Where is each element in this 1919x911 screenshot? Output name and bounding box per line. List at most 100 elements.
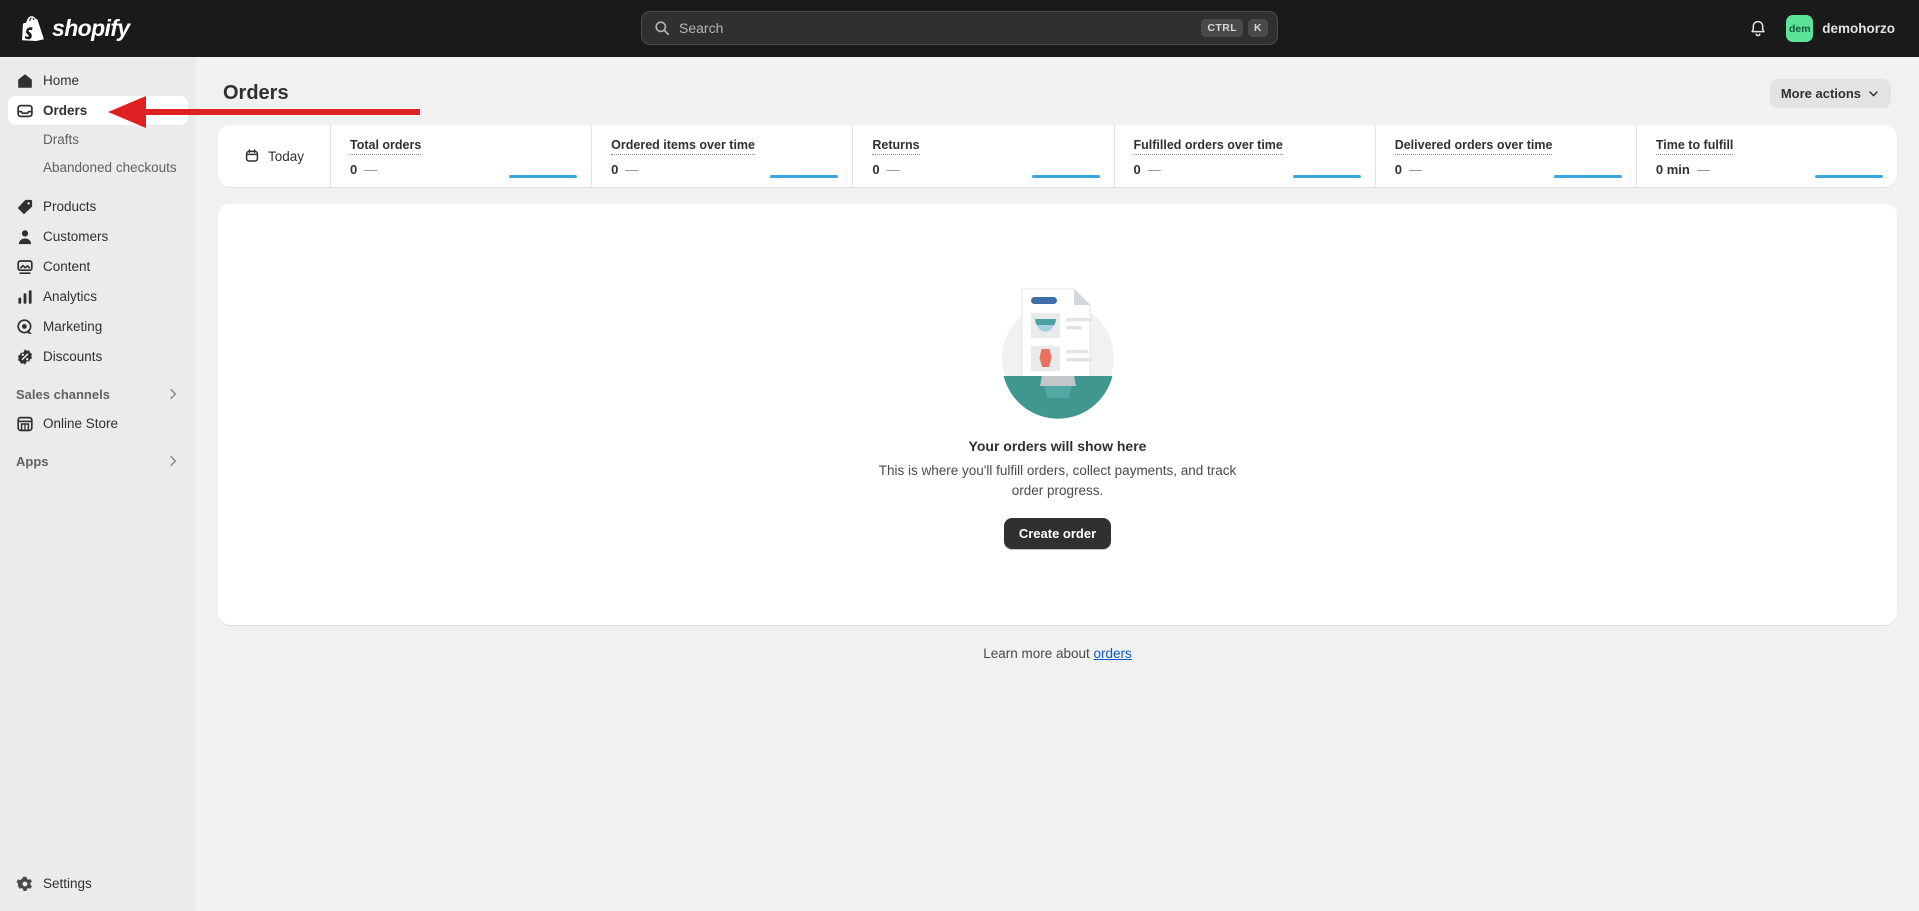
metric-sparkline <box>1815 175 1884 178</box>
shopify-wordmark: shopify <box>52 15 130 41</box>
sidebar-item-discounts[interactable]: Discounts <box>8 342 188 371</box>
marketing-target-icon <box>16 318 34 336</box>
metric-label: Time to fulfill <box>1655 138 1734 155</box>
analytics-bars-icon <box>16 288 34 306</box>
chevron-right-icon <box>166 387 180 401</box>
search-input[interactable] <box>679 20 1197 36</box>
metric-label: Ordered items over time <box>611 138 755 155</box>
page-title: Orders <box>223 82 289 104</box>
metric-card-time-to-fulfill[interactable]: Time to fulfill 0 min — <box>1637 125 1897 187</box>
metric-card-fulfilled-orders-over-time[interactable]: Fulfilled orders over time 0 — <box>1115 125 1376 187</box>
date-range-label: Today <box>267 148 305 164</box>
learn-more-footer: Learn more about orders <box>196 646 1919 661</box>
empty-state-title: Your orders will show here <box>968 438 1147 455</box>
metric-change: — <box>1408 162 1422 177</box>
metric-label: Total orders <box>350 138 422 155</box>
calendar-icon <box>244 148 260 164</box>
sidebar-item-content[interactable]: Content <box>8 252 188 281</box>
shopify-bag-icon <box>22 16 44 41</box>
orders-inbox-icon <box>16 102 34 120</box>
chevron-down-icon <box>1867 87 1880 100</box>
orders-empty-state-card: Your orders will show here This is where… <box>218 204 1897 625</box>
sidebar-section-sales-channels[interactable]: Sales channels <box>8 381 188 407</box>
sidebar-item-orders[interactable]: Orders <box>8 96 188 125</box>
more-actions-button[interactable]: More actions <box>1769 79 1891 108</box>
metric-change: — <box>886 162 900 177</box>
metric-label: Fulfilled orders over time <box>1133 138 1283 155</box>
metric-sparkline <box>1292 175 1361 178</box>
main-content: Orders More actions Today Total orders 0… <box>196 57 1919 911</box>
learn-more-prefix: Learn more about <box>983 646 1094 661</box>
sidebar-item-label: Content <box>43 259 91 274</box>
sidebar-item-customers[interactable]: Customers <box>8 222 188 251</box>
user-menu[interactable]: dem demohorzo <box>1782 11 1903 46</box>
sidebar-section-label: Apps <box>16 453 49 469</box>
sidebar-item-label: Home <box>43 73 80 88</box>
metric-value: 0 min <box>1655 162 1690 177</box>
sidebar-item-settings[interactable]: Settings <box>8 869 188 898</box>
metric-card-returns[interactable]: Returns 0 — <box>853 125 1115 187</box>
metric-value: 0 <box>350 162 358 177</box>
sidebar-item-marketing[interactable]: Marketing <box>8 312 188 341</box>
products-tag-icon <box>16 198 34 216</box>
shortcut-ctrl-badge: CTRL <box>1201 19 1244 37</box>
metric-sparkline <box>1031 175 1100 178</box>
sidebar-item-label: Products <box>43 199 97 214</box>
create-order-button[interactable]: Create order <box>1003 517 1112 549</box>
metric-value: 0 <box>872 162 880 177</box>
sidebar-item-label: Online Store <box>43 416 119 431</box>
gear-icon <box>16 875 34 893</box>
shortcut-k-badge: K <box>1248 19 1268 37</box>
online-store-icon <box>16 415 34 433</box>
sidebar-subitem-drafts[interactable]: Drafts <box>8 126 188 153</box>
metric-label: Delivered orders over time <box>1394 138 1553 155</box>
sidebar-subitem-abandoned-checkouts[interactable]: Abandoned checkouts <box>8 154 188 181</box>
metric-sparkline <box>509 175 578 178</box>
metric-change: — <box>625 162 639 177</box>
sidebar-item-online-store[interactable]: Online Store <box>8 409 188 438</box>
metrics-bar: Today Total orders 0 — Ordered items ove… <box>218 125 1897 187</box>
sidebar-item-label: Orders <box>43 103 88 118</box>
metric-sparkline <box>1553 175 1622 178</box>
orders-help-link[interactable]: orders <box>1094 646 1132 661</box>
metric-change: — <box>1696 162 1710 177</box>
metric-card-delivered-orders-over-time[interactable]: Delivered orders over time 0 — <box>1376 125 1637 187</box>
shopify-logo[interactable]: shopify <box>22 15 212 42</box>
search-bar[interactable]: CTRL K <box>641 11 1278 45</box>
metric-change: — <box>1147 162 1161 177</box>
sidebar-settings-wrap: Settings <box>0 868 196 899</box>
discounts-percent-icon <box>16 348 34 366</box>
more-actions-label: More actions <box>1780 86 1861 101</box>
avatar: dem <box>1786 15 1814 42</box>
sidebar-subitem-label: Drafts <box>43 132 80 147</box>
metric-card-ordered-items-over-time[interactable]: Ordered items over time 0 — <box>592 125 854 187</box>
metric-change: — <box>364 162 378 177</box>
sidebar-subitem-label: Abandoned checkouts <box>43 160 177 175</box>
chevron-right-icon <box>166 454 180 468</box>
sidebar: Home Orders Drafts Abandoned checkouts P… <box>0 57 196 911</box>
top-bar-right: dem demohorzo <box>1748 0 1903 57</box>
sidebar-item-label: Marketing <box>43 319 103 334</box>
metric-card-total-orders[interactable]: Total orders 0 — <box>331 125 593 187</box>
sidebar-item-label: Analytics <box>43 289 98 304</box>
customers-person-icon <box>16 228 34 246</box>
sidebar-item-home[interactable]: Home <box>8 66 188 95</box>
metric-label: Returns <box>872 138 920 155</box>
order-receipt-illustration <box>998 280 1118 420</box>
user-name: demohorzo <box>1822 21 1895 36</box>
sidebar-section-apps[interactable]: Apps <box>8 448 188 474</box>
sidebar-item-analytics[interactable]: Analytics <box>8 282 188 311</box>
sidebar-item-label: Discounts <box>43 349 103 364</box>
date-range-chip[interactable]: Today <box>218 125 331 187</box>
bell-icon[interactable] <box>1748 19 1768 39</box>
sidebar-item-label: Settings <box>43 876 92 891</box>
search-icon <box>654 20 670 36</box>
content-image-icon <box>16 258 34 276</box>
page-header: Orders More actions <box>196 57 1919 108</box>
home-icon <box>16 72 34 90</box>
sidebar-item-products[interactable]: Products <box>8 192 188 221</box>
metric-sparkline <box>770 175 839 178</box>
sidebar-section-label: Sales channels <box>16 386 110 402</box>
metric-value: 0 <box>1394 162 1402 177</box>
